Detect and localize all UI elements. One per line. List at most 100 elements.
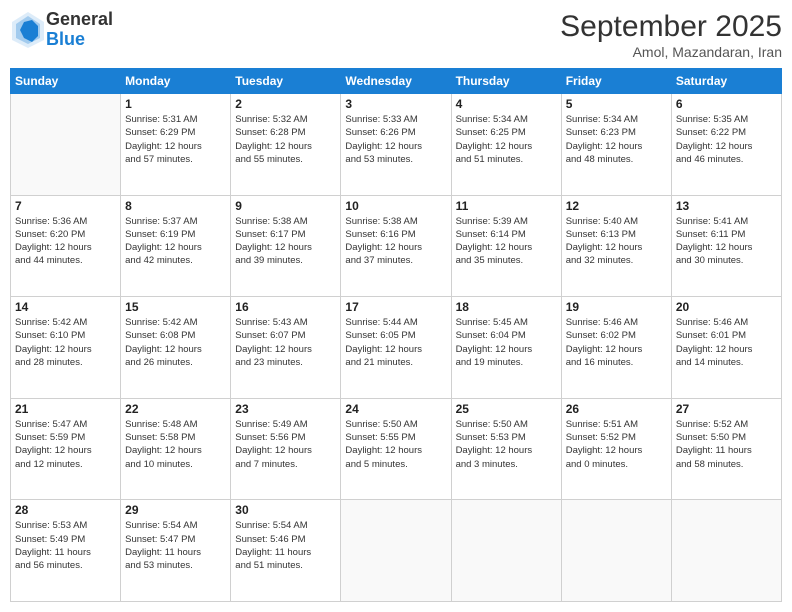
table-row: 21Sunrise: 5:47 AM Sunset: 5:59 PM Dayli… xyxy=(11,398,121,500)
day-number: 25 xyxy=(456,402,557,416)
day-info: Sunrise: 5:39 AM Sunset: 6:14 PM Dayligh… xyxy=(456,215,557,268)
day-info: Sunrise: 5:48 AM Sunset: 5:58 PM Dayligh… xyxy=(125,418,226,471)
table-row xyxy=(561,500,671,602)
table-row: 30 Sunrise: 5:54 AM Sunset: 5:46 PM Dayli… xyxy=(231,500,341,602)
calendar-table: Sunday Monday Tuesday Wednesday Thursday… xyxy=(10,68,782,602)
day-info: Sunrise: 5:52 AM Sunset: 5:50 PM Dayligh… xyxy=(676,418,777,471)
day-number: 29 xyxy=(125,503,226,517)
table-row: 15 Sunrise: 5:42 AM Sunset: 6:08 PM Dayli… xyxy=(121,297,231,399)
table-row: 3 Sunrise: 5:33 AM Sunset: 6:26 PM Daylig… xyxy=(341,94,451,196)
table-row: 20Sunrise: 5:46 AM Sunset: 6:01 PM Dayli… xyxy=(671,297,781,399)
day-info: Sunrise: 5:43 AM Sunset: 6:07 PM Dayligh… xyxy=(235,316,336,369)
page: General Blue September 2025 Amol, Mazand… xyxy=(0,0,792,612)
table-row: 4Sunrise: 5:34 AM Sunset: 6:25 PM Daylig… xyxy=(451,94,561,196)
table-row: 22 Sunrise: 5:48 AM Sunset: 5:58 PM Dayli… xyxy=(121,398,231,500)
week-row-1: 1 Sunrise: 5:31 AM Sunset: 6:29 PM Daylig… xyxy=(11,94,782,196)
day-number: 27 xyxy=(676,402,777,416)
week-row-2: 7 Sunrise: 5:36 AM Sunset: 6:20 PM Daylig… xyxy=(11,195,782,297)
header-tuesday: Tuesday xyxy=(231,69,341,94)
table-row: 23Sunrise: 5:49 AM Sunset: 5:56 PM Dayli… xyxy=(231,398,341,500)
week-row-4: 21Sunrise: 5:47 AM Sunset: 5:59 PM Dayli… xyxy=(11,398,782,500)
table-row: 5Sunrise: 5:34 AM Sunset: 6:23 PM Daylig… xyxy=(561,94,671,196)
table-row: 2Sunrise: 5:32 AM Sunset: 6:28 PM Daylig… xyxy=(231,94,341,196)
table-row: 6Sunrise: 5:35 AM Sunset: 6:22 PM Daylig… xyxy=(671,94,781,196)
day-number: 19 xyxy=(566,300,667,314)
day-info: Sunrise: 5:51 AM Sunset: 5:52 PM Dayligh… xyxy=(566,418,667,471)
day-info: Sunrise: 5:45 AM Sunset: 6:04 PM Dayligh… xyxy=(456,316,557,369)
table-row xyxy=(11,94,121,196)
day-number: 16 xyxy=(235,300,336,314)
table-row xyxy=(671,500,781,602)
title-block: September 2025 Amol, Mazandaran, Iran xyxy=(560,10,782,60)
day-number: 18 xyxy=(456,300,557,314)
day-info: Sunrise: 5:42 AM Sunset: 6:08 PM Dayligh… xyxy=(125,316,226,369)
header-monday: Monday xyxy=(121,69,231,94)
header-friday: Friday xyxy=(561,69,671,94)
day-info: Sunrise: 5:54 AM Sunset: 5:47 PM Dayligh… xyxy=(125,519,226,572)
table-row xyxy=(451,500,561,602)
day-info: Sunrise: 5:50 AM Sunset: 5:55 PM Dayligh… xyxy=(345,418,446,471)
day-info: Sunrise: 5:35 AM Sunset: 6:22 PM Dayligh… xyxy=(676,113,777,166)
day-info: Sunrise: 5:34 AM Sunset: 6:25 PM Dayligh… xyxy=(456,113,557,166)
day-info: Sunrise: 5:36 AM Sunset: 6:20 PM Dayligh… xyxy=(15,215,116,268)
day-number: 24 xyxy=(345,402,446,416)
day-info: Sunrise: 5:33 AM Sunset: 6:26 PM Dayligh… xyxy=(345,113,446,166)
table-row: 10 Sunrise: 5:38 AM Sunset: 6:16 PM Dayli… xyxy=(341,195,451,297)
table-row xyxy=(341,500,451,602)
day-info: Sunrise: 5:44 AM Sunset: 6:05 PM Dayligh… xyxy=(345,316,446,369)
weekday-header-row: Sunday Monday Tuesday Wednesday Thursday… xyxy=(11,69,782,94)
table-row: 8Sunrise: 5:37 AM Sunset: 6:19 PM Daylig… xyxy=(121,195,231,297)
table-row: 26 Sunrise: 5:51 AM Sunset: 5:52 PM Dayli… xyxy=(561,398,671,500)
table-row: 24 Sunrise: 5:50 AM Sunset: 5:55 PM Dayli… xyxy=(341,398,451,500)
week-row-5: 28Sunrise: 5:53 AM Sunset: 5:49 PM Dayli… xyxy=(11,500,782,602)
day-info: Sunrise: 5:49 AM Sunset: 5:56 PM Dayligh… xyxy=(235,418,336,471)
logo-icon xyxy=(10,10,46,50)
day-number: 3 xyxy=(345,97,446,111)
header-saturday: Saturday xyxy=(671,69,781,94)
day-number: 9 xyxy=(235,199,336,213)
day-info: Sunrise: 5:47 AM Sunset: 5:59 PM Dayligh… xyxy=(15,418,116,471)
day-number: 7 xyxy=(15,199,116,213)
day-number: 1 xyxy=(125,97,226,111)
day-info: Sunrise: 5:37 AM Sunset: 6:19 PM Dayligh… xyxy=(125,215,226,268)
logo-general: General xyxy=(46,10,113,30)
header-thursday: Thursday xyxy=(451,69,561,94)
day-info: Sunrise: 5:42 AM Sunset: 6:10 PM Dayligh… xyxy=(15,316,116,369)
header: General Blue September 2025 Amol, Mazand… xyxy=(10,10,782,60)
month-title: September 2025 xyxy=(560,10,782,44)
table-row: 7 Sunrise: 5:36 AM Sunset: 6:20 PM Daylig… xyxy=(11,195,121,297)
day-number: 11 xyxy=(456,199,557,213)
table-row: 27 Sunrise: 5:52 AM Sunset: 5:50 PM Dayli… xyxy=(671,398,781,500)
header-wednesday: Wednesday xyxy=(341,69,451,94)
week-row-3: 14 Sunrise: 5:42 AM Sunset: 6:10 PM Dayli… xyxy=(11,297,782,399)
table-row: 17 Sunrise: 5:44 AM Sunset: 6:05 PM Dayli… xyxy=(341,297,451,399)
table-row: 1 Sunrise: 5:31 AM Sunset: 6:29 PM Daylig… xyxy=(121,94,231,196)
location-subtitle: Amol, Mazandaran, Iran xyxy=(560,44,782,60)
day-number: 22 xyxy=(125,402,226,416)
day-number: 10 xyxy=(345,199,446,213)
table-row: 19 Sunrise: 5:46 AM Sunset: 6:02 PM Dayli… xyxy=(561,297,671,399)
day-info: Sunrise: 5:38 AM Sunset: 6:16 PM Dayligh… xyxy=(345,215,446,268)
day-number: 15 xyxy=(125,300,226,314)
day-number: 30 xyxy=(235,503,336,517)
day-info: Sunrise: 5:54 AM Sunset: 5:46 PM Dayligh… xyxy=(235,519,336,572)
day-number: 26 xyxy=(566,402,667,416)
day-number: 20 xyxy=(676,300,777,314)
table-row: 25 Sunrise: 5:50 AM Sunset: 5:53 PM Dayli… xyxy=(451,398,561,500)
day-info: Sunrise: 5:31 AM Sunset: 6:29 PM Dayligh… xyxy=(125,113,226,166)
day-number: 17 xyxy=(345,300,446,314)
day-info: Sunrise: 5:53 AM Sunset: 5:49 PM Dayligh… xyxy=(15,519,116,572)
logo-blue: Blue xyxy=(46,30,113,50)
table-row: 9Sunrise: 5:38 AM Sunset: 6:17 PM Daylig… xyxy=(231,195,341,297)
day-info: Sunrise: 5:41 AM Sunset: 6:11 PM Dayligh… xyxy=(676,215,777,268)
day-info: Sunrise: 5:46 AM Sunset: 6:02 PM Dayligh… xyxy=(566,316,667,369)
day-number: 2 xyxy=(235,97,336,111)
table-row: 13 Sunrise: 5:41 AM Sunset: 6:11 PM Dayli… xyxy=(671,195,781,297)
day-info: Sunrise: 5:50 AM Sunset: 5:53 PM Dayligh… xyxy=(456,418,557,471)
table-row: 18 Sunrise: 5:45 AM Sunset: 6:04 PM Dayli… xyxy=(451,297,561,399)
day-number: 14 xyxy=(15,300,116,314)
table-row: 16 Sunrise: 5:43 AM Sunset: 6:07 PM Dayli… xyxy=(231,297,341,399)
day-number: 13 xyxy=(676,199,777,213)
table-row: 11 Sunrise: 5:39 AM Sunset: 6:14 PM Dayli… xyxy=(451,195,561,297)
logo-text: General Blue xyxy=(46,10,113,50)
